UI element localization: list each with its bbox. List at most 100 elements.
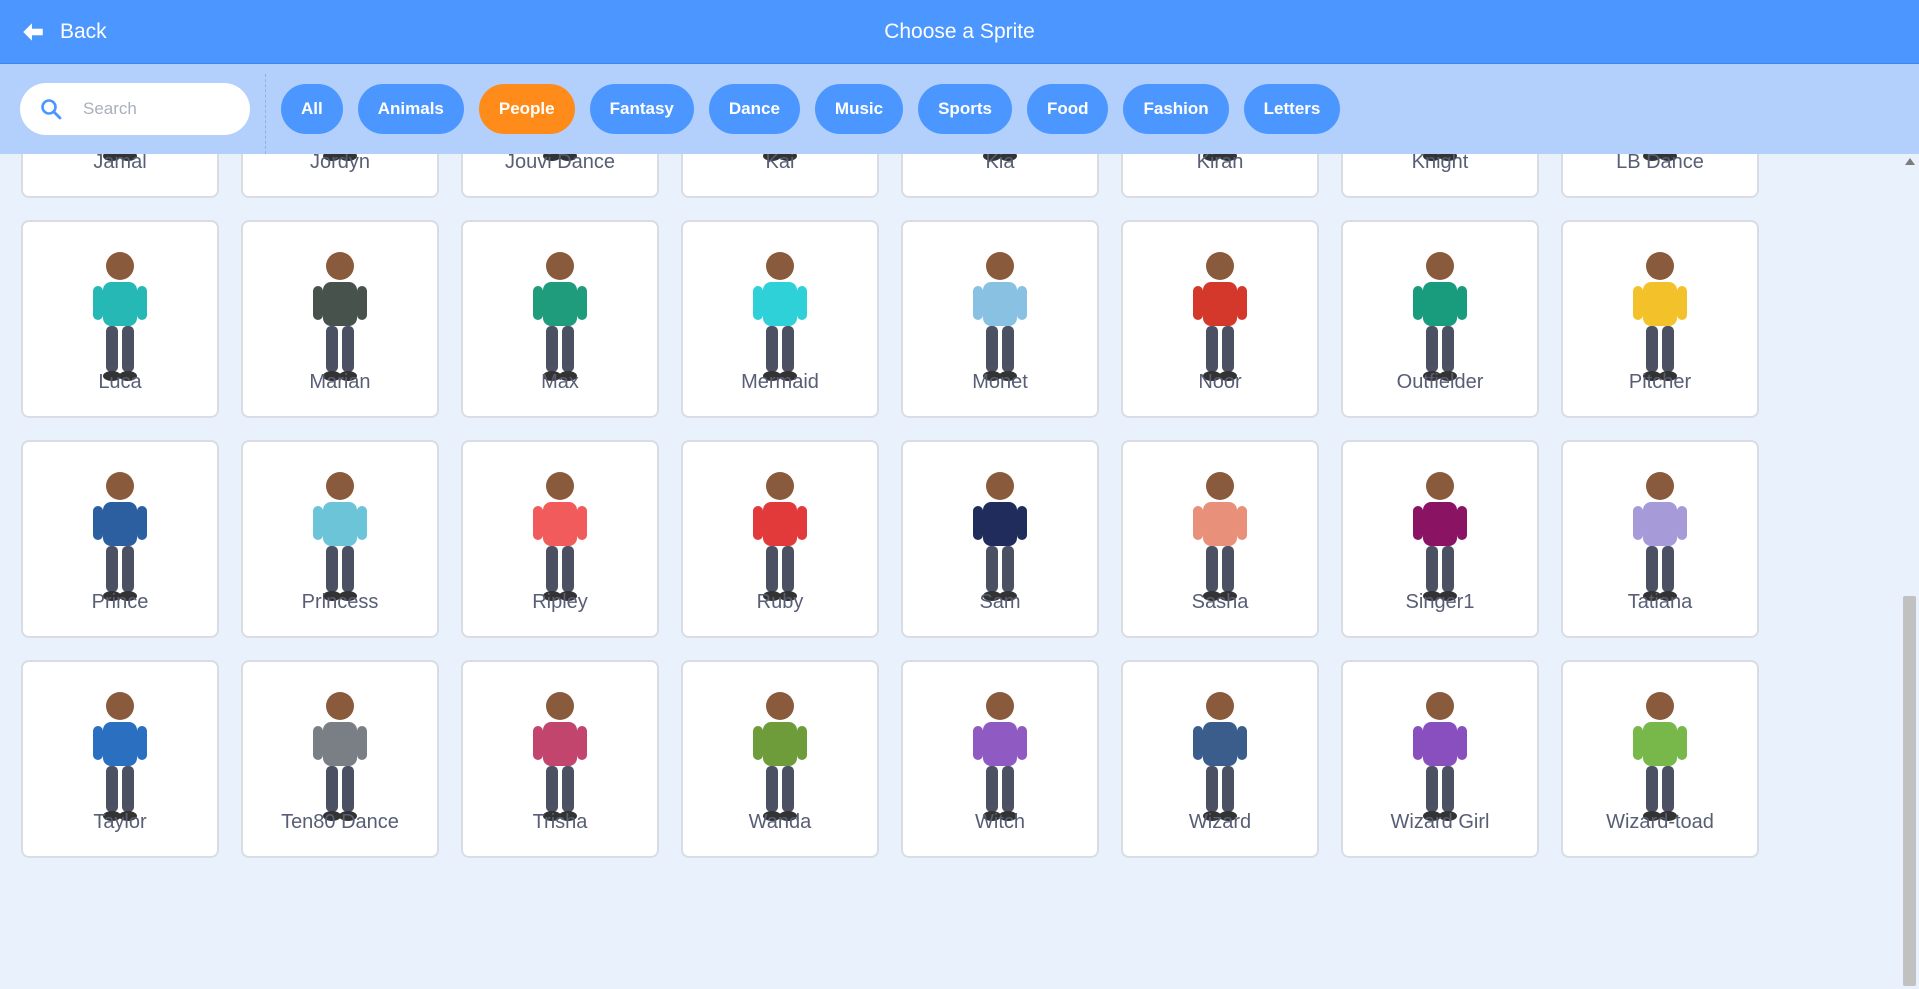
sprite-card[interactable]: Noor	[1121, 220, 1319, 418]
sprite-thumbnail	[1343, 454, 1537, 604]
sprite-figure	[533, 472, 587, 601]
sprite-thumbnail	[243, 234, 437, 384]
sprite-name: Kiran	[1196, 154, 1244, 173]
sprite-card[interactable]: Witch	[901, 660, 1099, 858]
sprite-name: Tatiana	[1627, 591, 1693, 613]
sprite-card[interactable]: Jouvi Dance	[461, 154, 659, 198]
sprite-thumbnail	[23, 674, 217, 824]
sprite-card[interactable]: Trisha	[461, 660, 659, 858]
sprite-card[interactable]: Wanda	[681, 660, 879, 858]
sprite-card[interactable]: Knight	[1341, 154, 1539, 198]
tag-letters[interactable]: Letters	[1243, 84, 1341, 134]
sprite-card[interactable]: Prince	[21, 440, 219, 638]
sprite-name: Ruby	[756, 591, 804, 613]
scrollbar[interactable]	[1900, 154, 1919, 989]
sprite-card[interactable]: Tatiana	[1561, 440, 1759, 638]
sprite-name: Sam	[979, 591, 1021, 613]
sprite-thumbnail	[1123, 234, 1317, 384]
sprite-card[interactable]: LB Dance	[1561, 154, 1759, 198]
scroll-thumb[interactable]	[1903, 596, 1916, 986]
sprite-card[interactable]: Kai	[681, 154, 879, 198]
sprite-name: Ripley	[532, 591, 588, 613]
tag-fashion[interactable]: Fashion	[1123, 84, 1229, 134]
sprite-figure	[973, 252, 1027, 381]
sprite-name: Jouvi Dance	[504, 154, 616, 173]
sprite-figure	[93, 252, 147, 381]
sprite-name: Luca	[98, 371, 142, 393]
sprite-thumbnail	[1343, 674, 1537, 824]
sprite-figure	[1193, 472, 1247, 601]
sprite-name: Ten80 Dance	[281, 811, 399, 833]
sprite-card[interactable]: Taylor	[21, 660, 219, 858]
sprite-card[interactable]: Wizard-toad	[1561, 660, 1759, 858]
sprite-card[interactable]: Outfielder	[1341, 220, 1539, 418]
sprite-card[interactable]: Kia	[901, 154, 1099, 198]
sprite-name: Taylor	[93, 811, 147, 833]
sprite-thumbnail	[683, 674, 877, 824]
sprite-thumbnail	[903, 234, 1097, 384]
sprite-name: Mermaid	[741, 371, 819, 393]
modal-header: Back Choose a Sprite	[0, 0, 1919, 64]
sprite-figure	[1633, 692, 1687, 821]
sprite-name: Wizard Girl	[1390, 811, 1490, 833]
tag-dance[interactable]: Dance	[708, 84, 800, 134]
sprite-thumbnail	[463, 234, 657, 384]
sprite-thumbnail	[463, 674, 657, 824]
sprite-name: Sasha	[1191, 591, 1249, 613]
search-icon	[41, 99, 62, 120]
search-box[interactable]	[20, 83, 250, 135]
sprite-card[interactable]: Wizard	[1121, 660, 1319, 858]
sprite-card[interactable]: Wizard Girl	[1341, 660, 1539, 858]
tag-list: All Animals People Fantasy Dance Music Sports F…	[281, 84, 1341, 134]
sprite-card[interactable]: Kiran	[1121, 154, 1319, 198]
sprite-card[interactable]: Sam	[901, 440, 1099, 638]
sprite-figure	[313, 252, 367, 381]
sprite-figure	[1413, 692, 1467, 821]
sprite-card[interactable]: Ripley	[461, 440, 659, 638]
sprite-name: Singer1	[1405, 591, 1475, 613]
sprite-card[interactable]: Luca	[21, 220, 219, 418]
filter-divider	[265, 74, 266, 154]
sprite-thumbnail	[1343, 234, 1537, 384]
sprite-name: Prince	[91, 591, 149, 613]
sprite-card[interactable]: Ten80 Dance	[241, 660, 439, 858]
sprite-thumbnail	[903, 454, 1097, 604]
sprite-card[interactable]: Ruby	[681, 440, 879, 638]
sprite-name: Max	[541, 371, 579, 393]
sprite-card[interactable]: Princess	[241, 440, 439, 638]
sprite-card[interactable]: Mermaid	[681, 220, 879, 418]
sprite-figure	[753, 692, 807, 821]
tag-fantasy[interactable]: Fantasy	[589, 84, 694, 134]
sprite-card[interactable]: Marian	[241, 220, 439, 418]
sprite-thumbnail	[1563, 674, 1757, 824]
tag-sports[interactable]: Sports	[918, 84, 1012, 134]
sprite-figure	[313, 472, 367, 601]
tag-all[interactable]: All	[281, 84, 343, 134]
sprite-figure	[1193, 692, 1247, 821]
tag-music[interactable]: Music	[814, 84, 904, 134]
sprite-figure	[313, 692, 367, 821]
sprite-card[interactable]: Singer1	[1341, 440, 1539, 638]
search-input[interactable]	[83, 99, 233, 119]
sprite-card[interactable]: Sasha	[1121, 440, 1319, 638]
sprite-card[interactable]: Jamal	[21, 154, 219, 198]
scroll-up-arrow[interactable]	[1905, 158, 1915, 165]
sprite-thumbnail	[243, 454, 437, 604]
sprite-thumbnail	[1563, 454, 1757, 604]
sprite-name: Princess	[301, 591, 379, 613]
sprite-card[interactable]: Jordyn	[241, 154, 439, 198]
sprite-name: Jordyn	[309, 154, 371, 173]
sprite-card[interactable]: Monet	[901, 220, 1099, 418]
tag-animals[interactable]: Animals	[357, 84, 464, 134]
sprite-card[interactable]: Pitcher	[1561, 220, 1759, 418]
sprite-name: Wizard-toad	[1606, 811, 1714, 833]
tag-food[interactable]: Food	[1026, 84, 1109, 134]
sprite-figure	[1413, 472, 1467, 601]
sprite-name: Noor	[1198, 371, 1242, 393]
sprite-figure	[533, 692, 587, 821]
tag-people[interactable]: People	[478, 84, 575, 134]
sprite-name: Marian	[309, 371, 371, 393]
sprite-card[interactable]: Max	[461, 220, 659, 418]
sprite-figure	[1413, 252, 1467, 381]
sprite-figure	[973, 472, 1027, 601]
